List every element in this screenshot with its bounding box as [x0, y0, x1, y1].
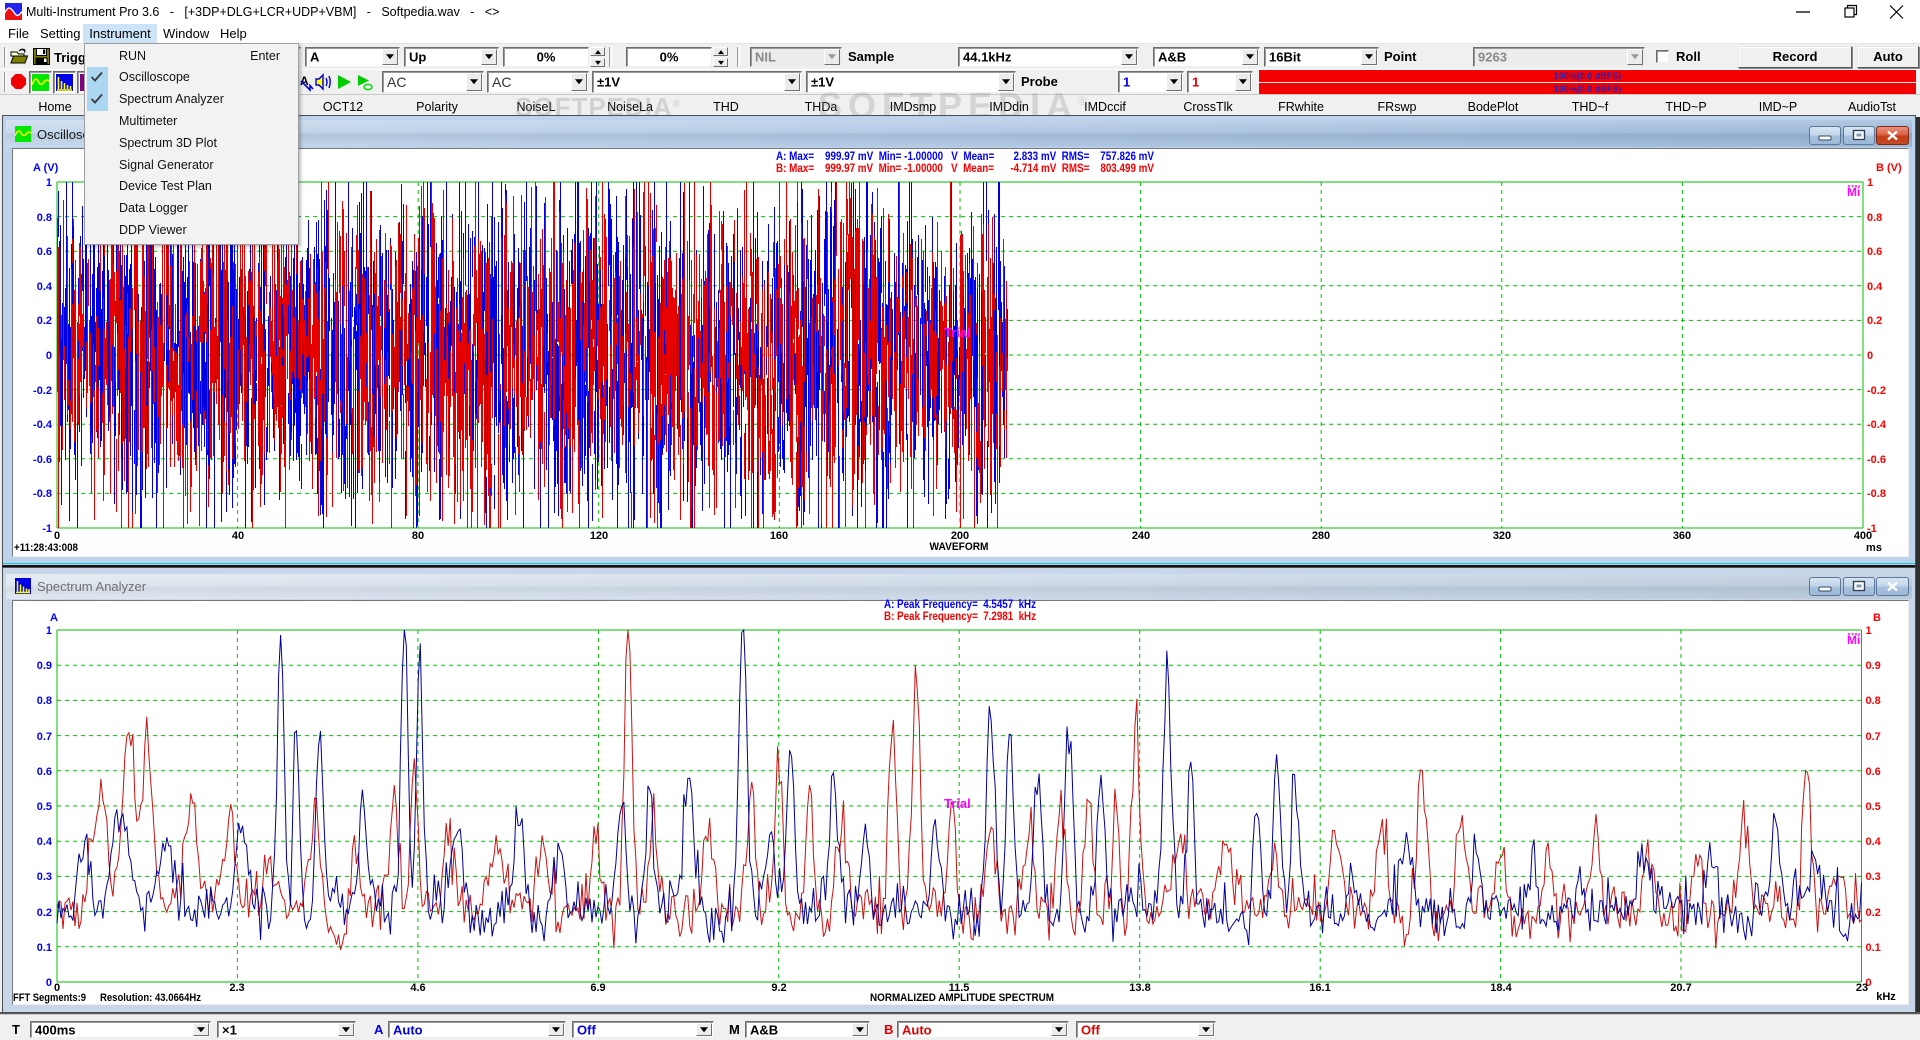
svg-text:Trial: Trial: [944, 325, 971, 340]
svg-text:0.6: 0.6: [1866, 766, 1881, 778]
svg-text:-0.2: -0.2: [1867, 385, 1886, 397]
svg-text:FFT Segments:9: FFT Segments:9: [13, 992, 86, 1004]
svg-text:kHz: kHz: [1876, 991, 1896, 1003]
svg-text:0.6: 0.6: [37, 766, 52, 778]
svg-text:Trial: Trial: [944, 796, 971, 811]
svg-text:-0.6: -0.6: [33, 454, 52, 466]
svg-text:120: 120: [590, 530, 608, 542]
svg-text:0.8: 0.8: [1866, 695, 1881, 707]
svg-text:B: Max= 999.97 mV Min= -1.: B: Max= 999.97 mV Min= -1.00000 V Mean= …: [776, 161, 1154, 175]
svg-text:WAVEFORM: WAVEFORM: [930, 541, 989, 553]
svg-text:B: B: [1873, 612, 1881, 624]
svg-text:240: 240: [1132, 530, 1150, 542]
svg-text:0.7: 0.7: [1866, 731, 1881, 743]
svg-text:1: 1: [1866, 625, 1872, 637]
svg-text:NORMALIZED AMPLITUDE SPECTRUM: NORMALIZED AMPLITUDE SPECTRUM: [870, 992, 1054, 1004]
svg-text:320: 320: [1493, 530, 1511, 542]
svg-text:2.3: 2.3: [229, 982, 244, 994]
svg-text:0.8: 0.8: [1867, 212, 1882, 224]
svg-text:0.9: 0.9: [37, 660, 52, 672]
svg-text:Mi: Mi: [1847, 633, 1860, 647]
svg-text:0.1: 0.1: [1866, 942, 1881, 954]
svg-text:0.6: 0.6: [37, 246, 52, 258]
svg-text:18.4: 18.4: [1490, 982, 1512, 994]
svg-text:A (V): A (V): [33, 162, 59, 174]
svg-text:1: 1: [46, 177, 52, 189]
svg-text:-1: -1: [42, 523, 52, 535]
svg-text:-0.6: -0.6: [1867, 454, 1886, 466]
svg-text:-0.4: -0.4: [33, 419, 53, 431]
svg-text:-0.8: -0.8: [33, 488, 52, 500]
svg-text:80: 80: [412, 530, 424, 542]
svg-text:0.9: 0.9: [1866, 660, 1881, 672]
svg-text:+11:28:43:008: +11:28:43:008: [14, 542, 78, 554]
svg-text:1: 1: [46, 625, 52, 637]
svg-text:0.2: 0.2: [37, 315, 52, 327]
svg-text:0.6: 0.6: [1867, 246, 1882, 258]
svg-text:-0.8: -0.8: [1867, 488, 1886, 500]
svg-text:0.5: 0.5: [37, 801, 52, 813]
svg-text:20.7: 20.7: [1670, 982, 1691, 994]
svg-text:13.8: 13.8: [1129, 982, 1150, 994]
svg-text:160: 160: [770, 530, 788, 542]
svg-text:0.7: 0.7: [37, 731, 52, 743]
svg-text:40: 40: [232, 530, 244, 542]
svg-text:1: 1: [1867, 177, 1873, 189]
svg-text:6.9: 6.9: [590, 982, 605, 994]
svg-text:0.4: 0.4: [37, 281, 53, 293]
svg-text:360: 360: [1673, 530, 1691, 542]
svg-text:9.2: 9.2: [771, 982, 786, 994]
svg-text:400: 400: [1854, 530, 1872, 542]
svg-text:0.2: 0.2: [1866, 907, 1881, 919]
svg-text:0.4: 0.4: [1867, 281, 1883, 293]
svg-text:Resolution: 43.0664Hz: Resolution: 43.0664Hz: [100, 992, 201, 1004]
svg-text:0.3: 0.3: [1866, 871, 1881, 883]
svg-text:0.2: 0.2: [37, 907, 52, 919]
svg-text:0: 0: [46, 977, 52, 989]
svg-text:0.4: 0.4: [37, 836, 53, 848]
svg-text:B: Peak Frequency= 7.2981 kH: B: Peak Frequency= 7.2981 kHz: [884, 609, 1036, 623]
svg-text:16.1: 16.1: [1309, 982, 1330, 994]
svg-text:0: 0: [1867, 350, 1873, 362]
svg-text:ms: ms: [1866, 542, 1882, 554]
svg-text:-0.2: -0.2: [33, 385, 52, 397]
svg-text:0.2: 0.2: [1867, 315, 1882, 327]
svg-text:0.8: 0.8: [37, 695, 52, 707]
svg-text:0.3: 0.3: [37, 871, 52, 883]
svg-text:B (V): B (V): [1876, 162, 1902, 174]
svg-text:0: 0: [46, 350, 52, 362]
svg-text:23: 23: [1856, 982, 1868, 994]
svg-text:-0.4: -0.4: [1867, 419, 1887, 431]
svg-text:Mi: Mi: [1847, 185, 1860, 199]
svg-text:4.6: 4.6: [410, 982, 425, 994]
svg-text:0.4: 0.4: [1866, 836, 1882, 848]
svg-text:280: 280: [1312, 530, 1330, 542]
svg-text:0.5: 0.5: [1866, 801, 1881, 813]
svg-text:0.1: 0.1: [37, 942, 52, 954]
svg-text:0.8: 0.8: [37, 212, 52, 224]
svg-text:0: 0: [54, 530, 60, 542]
svg-text:A: A: [50, 612, 58, 624]
